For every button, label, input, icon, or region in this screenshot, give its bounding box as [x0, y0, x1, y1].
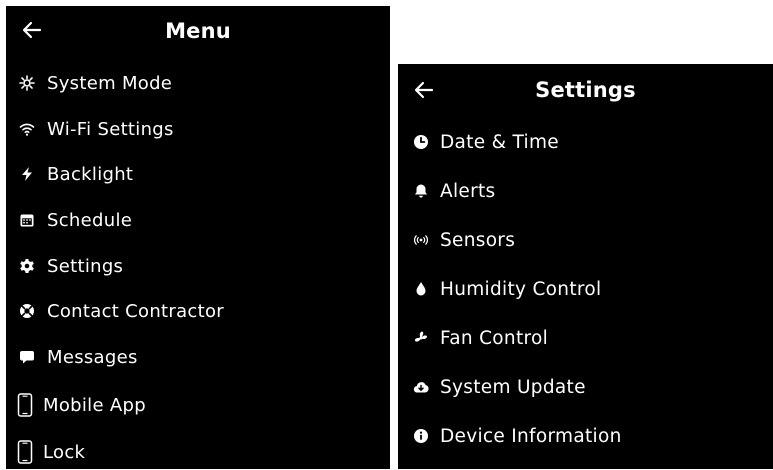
wifi-icon [18, 120, 36, 138]
settings-item-label: Fan Control [440, 327, 549, 349]
settings-item-label: System Update [440, 376, 586, 398]
phone-icon [16, 439, 34, 465]
settings-item-date-time[interactable]: Date & Time [398, 124, 773, 160]
settings-title: Settings [535, 78, 636, 102]
fan-icon [412, 329, 430, 347]
clock-icon [412, 133, 430, 151]
menu-item-label: Wi-Fi Settings [47, 118, 174, 140]
settings-item-label: Device Information [440, 425, 622, 447]
droplet-icon [412, 280, 430, 298]
menu-item-label: Settings [47, 255, 124, 277]
menu-header: Menu [6, 6, 390, 58]
menu-item-label: Schedule [47, 209, 133, 231]
menu-item-label: Messages [47, 346, 138, 368]
settings-panel: Settings Date & Time Alerts Sensors Humi… [398, 64, 773, 469]
menu-item-label: Mobile App [43, 394, 146, 416]
settings-item-label: Humidity Control [440, 278, 602, 300]
menu-item-label: System Mode [47, 72, 173, 94]
system-mode-icon [18, 74, 36, 92]
bolt-icon [18, 165, 36, 183]
info-icon [412, 427, 430, 445]
cloud-download-icon [412, 378, 430, 396]
menu-title: Menu [165, 19, 231, 43]
menu-item-lock[interactable]: Lock [6, 434, 390, 470]
sensor-broadcast-icon [412, 231, 430, 249]
settings-item-system-update[interactable]: System Update [398, 369, 773, 405]
settings-item-humidity-control[interactable]: Humidity Control [398, 271, 773, 307]
menu-item-label: Lock [43, 441, 86, 463]
menu-item-messages[interactable]: Messages [6, 339, 390, 375]
calendar-icon [18, 211, 36, 229]
gear-icon [18, 257, 36, 275]
menu-item-wifi-settings[interactable]: Wi-Fi Settings [6, 111, 390, 147]
settings-header: Settings [398, 64, 773, 116]
lifebuoy-icon [18, 302, 36, 320]
phone-icon [16, 392, 34, 418]
menu-item-backlight[interactable]: Backlight [6, 156, 390, 192]
settings-item-sensors[interactable]: Sensors [398, 222, 773, 258]
settings-item-label: Sensors [440, 229, 516, 251]
menu-item-schedule[interactable]: Schedule [6, 202, 390, 238]
bell-icon [412, 182, 430, 200]
menu-item-contact-contractor[interactable]: Contact Contractor [6, 293, 390, 329]
settings-item-label: Alerts [440, 180, 496, 202]
menu-item-mobile-app[interactable]: Mobile App [6, 387, 390, 423]
message-icon [18, 348, 36, 366]
menu-item-system-mode[interactable]: System Mode [6, 65, 390, 101]
menu-panel: Menu System Mode Wi-Fi Settings Backligh… [6, 6, 390, 469]
settings-item-label: Date & Time [440, 131, 559, 153]
settings-item-fan-control[interactable]: Fan Control [398, 320, 773, 356]
menu-item-label: Backlight [47, 163, 134, 185]
menu-item-label: Contact Contractor [47, 300, 224, 322]
menu-item-settings[interactable]: Settings [6, 248, 390, 284]
settings-item-device-information[interactable]: Device Information [398, 418, 773, 454]
settings-item-alerts[interactable]: Alerts [398, 173, 773, 209]
